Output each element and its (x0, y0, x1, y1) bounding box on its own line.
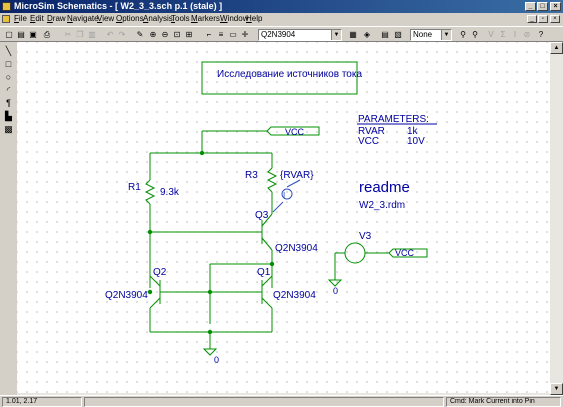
zoom-area-icon[interactable]: ⊡ (171, 29, 183, 40)
mdi-close-button[interactable]: × (550, 15, 560, 23)
q3-name: Q3 (255, 210, 269, 221)
readme-file[interactable]: W2_3.rdm (359, 200, 405, 211)
voltage-marker-icon[interactable]: ⚲ (457, 29, 469, 40)
text-tool-icon[interactable]: ¶ (3, 98, 14, 109)
scroll-down-arrow[interactable]: ▼ (550, 383, 563, 395)
setup-analysis-icon[interactable]: ▤ (379, 29, 391, 40)
menu-file[interactable]: File (14, 13, 27, 25)
show-current-icon[interactable]: ⊘ (521, 29, 533, 40)
r3-value: {RVAR} (280, 170, 314, 181)
schematic-canvas[interactable]: Исследование источников тока PARAMETERS:… (17, 42, 550, 393)
v3-source[interactable] (344, 242, 366, 264)
edit-symbol-icon[interactable]: ◈ (361, 29, 373, 40)
vcc-label-top: VCC (285, 127, 305, 137)
q3-model: Q2N3904 (275, 243, 318, 254)
undo-icon[interactable]: ↶ (104, 29, 116, 40)
edit-attributes-icon[interactable]: ▦ (347, 29, 359, 40)
ground-label-right: 0 (333, 286, 338, 296)
chevron-down-icon[interactable]: ▼ (441, 30, 451, 40)
save-icon[interactable]: ▣ (27, 29, 39, 40)
enable-bias-v-icon[interactable]: V (485, 29, 497, 40)
status-spacer (84, 397, 444, 407)
q2-name: Q2 (153, 267, 167, 278)
part-name-combo[interactable]: Q2N3904 ▼ (258, 29, 342, 41)
app-icon (2, 2, 11, 11)
menu-draw[interactable]: Draw (47, 13, 66, 25)
chevron-down-icon[interactable]: ▼ (331, 30, 341, 40)
parameters-header: PARAMETERS: (358, 114, 429, 125)
menu-edit[interactable]: Edit (30, 13, 44, 25)
zoom-out-icon[interactable]: ⊖ (159, 29, 171, 40)
readme-title[interactable]: readme (359, 179, 410, 196)
enable-bias-i-icon[interactable]: I (509, 29, 521, 40)
menu-options[interactable]: Options (116, 13, 144, 25)
cut-icon[interactable]: ✂ (62, 29, 74, 40)
minimize-button[interactable]: _ (525, 2, 536, 11)
r1-name: R1 (128, 182, 141, 193)
simulate-icon[interactable]: ▧ (392, 29, 404, 40)
rectangle-tool-icon[interactable]: □ (3, 59, 14, 70)
close-button[interactable]: × (550, 2, 561, 11)
paste-icon[interactable]: ▥ (86, 29, 98, 40)
title-bar: MicroSim Schematics - [ W2_3_3.sch p.1 (… (0, 0, 563, 13)
v3-name: V3 (359, 231, 372, 242)
circle-tool-icon[interactable]: ○ (3, 72, 14, 83)
print-icon[interactable]: ⎙ (41, 29, 53, 40)
draw-block-icon[interactable]: ▭ (227, 29, 239, 40)
vertical-scrollbar[interactable]: ▲ ▼ (550, 42, 563, 395)
show-bias-icon[interactable]: Σ (497, 29, 509, 40)
redraw-icon[interactable]: ✎ (134, 29, 146, 40)
ammeter-marker-label: I (283, 191, 285, 200)
r3-resistor[interactable] (266, 167, 278, 193)
copy-icon[interactable]: ❐ (74, 29, 86, 40)
menu-bar: File Edit Draw Navigate View Options Ana… (0, 13, 563, 25)
help-icon[interactable]: ? (535, 29, 547, 40)
title-text: Исследование источников тока (217, 69, 362, 80)
menu-tools[interactable]: Tools (171, 13, 190, 25)
r3-name: R3 (245, 170, 258, 181)
vcc-label-right: VCC (395, 248, 415, 258)
status-coords: 1.01, 2.17 (2, 397, 82, 407)
new-file-icon[interactable]: ▢ (3, 29, 15, 40)
redo-icon[interactable]: ↷ (116, 29, 128, 40)
maximize-button[interactable]: □ (537, 2, 548, 11)
arc-tool-icon[interactable]: ◜ (3, 85, 14, 96)
mdi-minimize-button[interactable]: _ (527, 15, 537, 23)
status-command: Cmd: Mark Current into Pin (446, 397, 561, 407)
draw-wire-icon[interactable]: ⌐ (203, 29, 215, 40)
r1-resistor[interactable] (144, 179, 156, 205)
param-vcc-value: 10V (407, 136, 425, 147)
polyline-tool-icon[interactable]: ▙ (3, 111, 14, 122)
open-folder-icon[interactable]: ▤ (15, 29, 27, 40)
zoom-fit-icon[interactable]: ⊞ (183, 29, 195, 40)
param-vcc-name: VCC (358, 136, 379, 147)
menu-markers[interactable]: Markers (191, 13, 220, 25)
menu-navigate[interactable]: Navigate (67, 13, 99, 25)
ground-label-bottom: 0 (214, 355, 219, 365)
draw-bus-icon[interactable]: ≡ (215, 29, 227, 40)
picture-tool-icon[interactable]: ▩ (3, 124, 14, 135)
mdi-restore-button[interactable]: ▫ (538, 15, 548, 23)
scroll-up-arrow[interactable]: ▲ (550, 42, 563, 54)
q1-model: Q2N3904 (273, 290, 316, 301)
q2-model: Q2N3904 (105, 290, 148, 301)
style-value: None (413, 30, 433, 39)
get-part-icon[interactable]: ✛ (239, 29, 251, 40)
line-tool-icon[interactable]: ╲ (3, 46, 14, 57)
current-marker-icon[interactable]: ⚲ (469, 29, 481, 40)
menu-analysis[interactable]: Analysis (143, 13, 173, 25)
status-bar: 1.01, 2.17 Cmd: Mark Current into Pin (0, 395, 563, 407)
menu-window[interactable]: Window (220, 13, 248, 25)
zoom-in-icon[interactable]: ⊕ (147, 29, 159, 40)
menu-help[interactable]: Help (246, 13, 262, 25)
document-icon (2, 15, 10, 23)
menu-view[interactable]: View (97, 13, 114, 25)
style-combo[interactable]: None ▼ (410, 29, 452, 41)
q1-name: Q1 (257, 267, 271, 278)
drawing-toolbar: ╲ □ ○ ◜ ¶ ▙ ▩ (0, 42, 17, 395)
window-title: MicroSim Schematics - [ W2_3_3.sch p.1 (… (14, 1, 223, 11)
main-toolbar: ▢ ▤ ▣ ⎙ ✂ ❐ ▥ ↶ ↷ ✎ ⊕ ⊖ ⊡ ⊞ ⌐ ≡ ▭ ✛ Q2N3… (0, 26, 563, 42)
r1-value: 9.3k (160, 187, 180, 198)
part-name-value: Q2N3904 (261, 30, 296, 39)
